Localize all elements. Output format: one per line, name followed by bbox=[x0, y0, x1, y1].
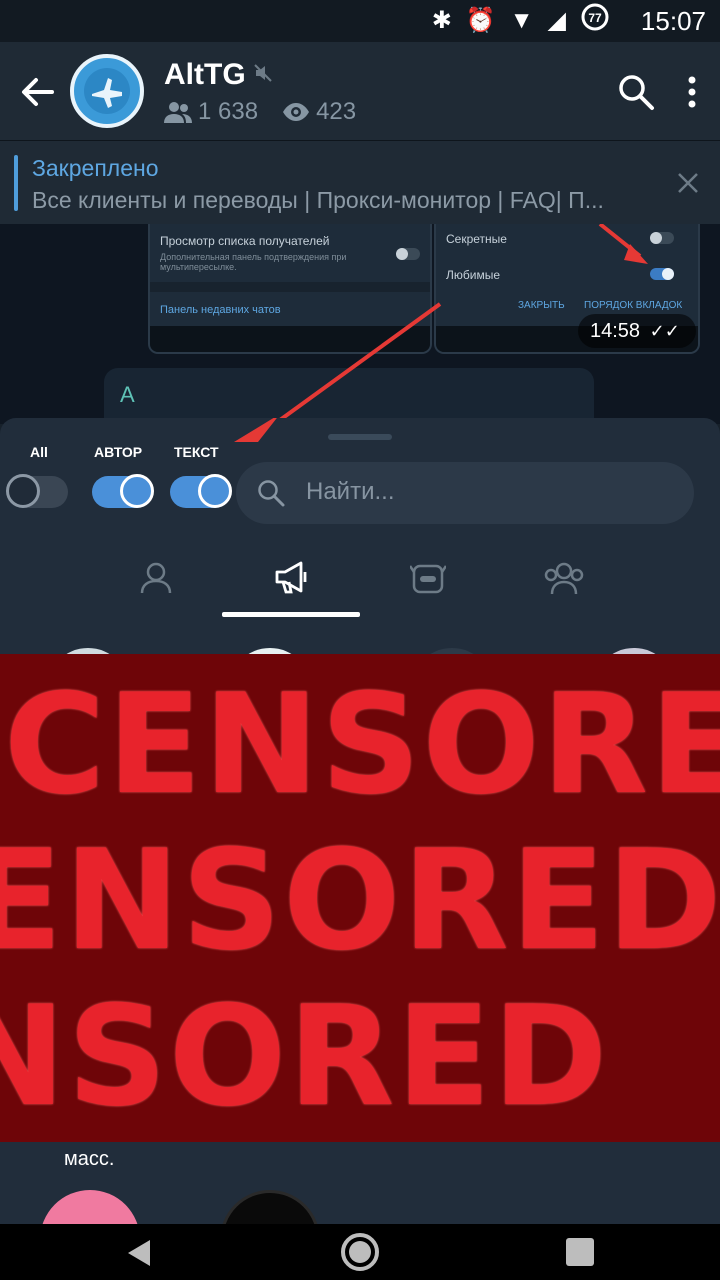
switch-knob bbox=[198, 474, 232, 508]
search-input[interactable]: Найти... bbox=[236, 462, 694, 524]
contact-caption: масс. bbox=[64, 1148, 115, 1170]
category-tabs bbox=[0, 538, 720, 618]
tab-bots[interactable] bbox=[378, 548, 478, 608]
filter-switch-all[interactable] bbox=[6, 474, 68, 508]
svg-text:77: 77 bbox=[588, 11, 602, 25]
pinned-title: Закреплено bbox=[32, 155, 159, 181]
system-nav-bar bbox=[0, 1224, 720, 1280]
switch-knob bbox=[120, 474, 154, 508]
back-button[interactable] bbox=[14, 68, 62, 116]
channel-title[interactable]: AltTG bbox=[164, 58, 246, 92]
contact-avatar[interactable] bbox=[40, 1190, 140, 1224]
search-placeholder: Найти... bbox=[306, 478, 395, 505]
search-icon bbox=[619, 75, 654, 110]
signal-icon: ◢ bbox=[547, 7, 566, 34]
censored-text-line: CENSORE bbox=[4, 664, 720, 825]
megaphone-icon bbox=[275, 561, 307, 594]
people-icon bbox=[164, 102, 192, 123]
status-bar: ✱ ⏰ ▼ ◢ 77 15:07 bbox=[0, 0, 720, 42]
more-menu-button[interactable] bbox=[682, 72, 702, 112]
filter-label-text: ТЕКСТ bbox=[174, 444, 219, 460]
filter-switch-author[interactable] bbox=[92, 474, 154, 508]
arrow-left-icon bbox=[22, 78, 54, 106]
contact-avatar[interactable] bbox=[220, 1190, 320, 1224]
more-vertical-icon bbox=[688, 76, 696, 108]
annotation-arrows bbox=[278, 224, 648, 422]
channel-meta: 1 638 423 bbox=[164, 98, 372, 126]
active-tab-indicator bbox=[222, 612, 360, 617]
user-icon bbox=[140, 562, 172, 594]
eye-icon bbox=[283, 103, 310, 121]
pinned-message[interactable]: Закреплено Все клиенты и переводы | Прок… bbox=[0, 140, 720, 224]
subscriber-count: 1 638 bbox=[198, 98, 259, 125]
chat-toolbar: AltTG 1 638 423 bbox=[0, 42, 720, 140]
search-icon bbox=[258, 480, 285, 507]
group-icon bbox=[544, 562, 584, 595]
switch-knob bbox=[6, 474, 40, 508]
mute-icon bbox=[254, 64, 272, 82]
subscribers-group: 1 638 bbox=[164, 98, 258, 126]
close-icon[interactable] bbox=[676, 171, 700, 195]
channel-avatar[interactable] bbox=[70, 54, 144, 128]
filter-label-author: АВТОР bbox=[94, 444, 143, 460]
search-button[interactable] bbox=[616, 72, 656, 112]
bluetooth-icon: ✱ bbox=[431, 7, 452, 34]
nav-back-icon[interactable] bbox=[124, 1238, 154, 1268]
bot-icon bbox=[410, 564, 446, 594]
tab-groups[interactable] bbox=[514, 548, 614, 608]
pinned-accent-bar bbox=[14, 155, 18, 211]
online-count: 423 bbox=[316, 98, 357, 125]
censored-text-line: NSORED bbox=[0, 976, 610, 1137]
censored-overlay: CENSORE ENSORED NSORED bbox=[0, 654, 720, 1142]
nav-home-icon[interactable] bbox=[341, 1233, 379, 1271]
status-icons: ✱ ⏰ ▼ ◢ 77 bbox=[431, 3, 610, 36]
battery-icon: 77 bbox=[580, 2, 610, 40]
tab-channels[interactable] bbox=[242, 548, 342, 608]
annotation-arrow-head bbox=[234, 418, 277, 442]
wifi-icon: ▼ bbox=[509, 7, 534, 34]
filter-label-all: All bbox=[30, 444, 48, 460]
drag-handle[interactable] bbox=[328, 434, 392, 440]
chat-area: Просмотр списка получателей Дополнительн… bbox=[0, 224, 720, 424]
nav-recents-icon[interactable] bbox=[566, 1238, 594, 1266]
tab-users[interactable] bbox=[106, 548, 206, 608]
views-group: 423 bbox=[282, 98, 356, 126]
status-time: 15:07 bbox=[640, 6, 706, 36]
censored-text-line: ENSORED bbox=[0, 820, 720, 981]
filter-switch-text[interactable] bbox=[170, 474, 232, 508]
alarm-icon: ⏰ bbox=[465, 7, 496, 34]
jet-icon bbox=[84, 68, 130, 114]
pinned-text: Все клиенты и переводы | Прокси-монитор … bbox=[32, 187, 604, 213]
